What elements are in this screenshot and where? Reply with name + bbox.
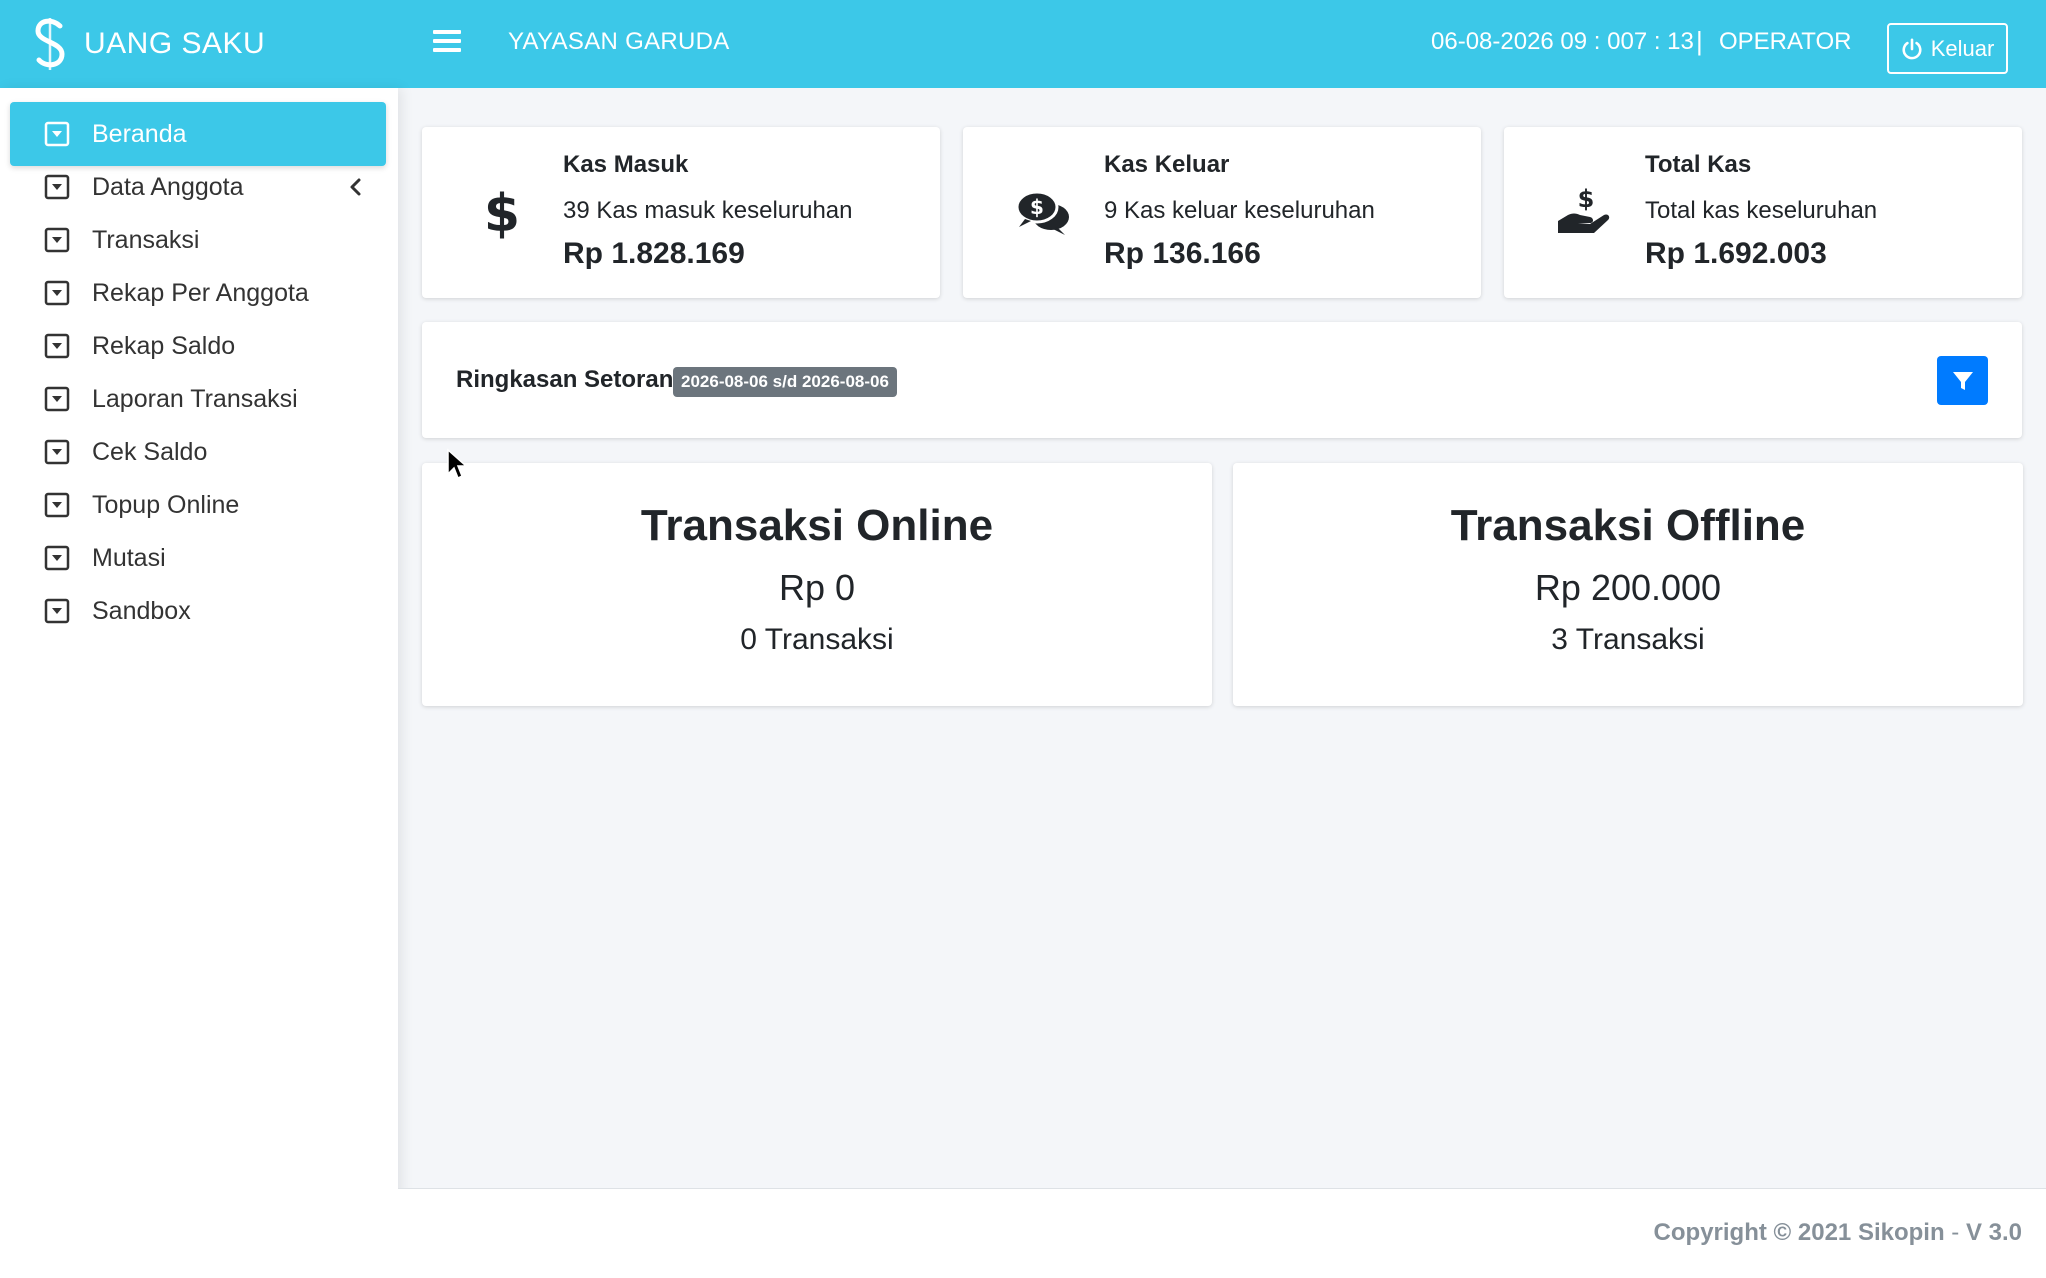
sidebar-item-label: Data Anggota	[92, 172, 244, 201]
transaction-count: 3 Transaksi	[1551, 623, 1705, 656]
svg-text:$: $	[1578, 185, 1595, 213]
version-text: V 3.0	[1965, 1219, 2022, 1246]
svg-text:$: $	[484, 184, 520, 243]
filter-icon	[1952, 371, 1973, 390]
menu-toggle-icon[interactable]	[433, 30, 461, 56]
info-card-kas-keluar: $ Kas Keluar 9 Kas keluar keseluruhan Rp…	[963, 127, 1481, 298]
transaction-title: Transaksi Online	[640, 501, 994, 550]
transaction-count: 0 Transaksi	[740, 623, 894, 656]
sidebar-item-label: Laporan Transaksi	[92, 384, 298, 413]
hand-holding-dollar-icon: $	[1558, 185, 1610, 233]
transaction-card-online: Transaksi Online Rp 0 0 Transaksi	[422, 463, 1212, 706]
footer-dash: -	[1944, 1219, 1966, 1246]
brand[interactable]: UANG SAKU	[30, 12, 265, 76]
caret-square-down-icon	[44, 280, 70, 306]
top-navbar: UANG SAKU YAYASAN GARUDA 06-08-2026 09 :…	[0, 0, 2046, 88]
organization-name: YAYASAN GARUDA	[508, 28, 730, 55]
power-icon	[1902, 38, 1922, 59]
info-card-kas-masuk: $ Kas Masuk 39 Kas masuk keseluruhan Rp …	[422, 127, 940, 298]
card-description: Total kas keseluruhan	[1645, 197, 1878, 224]
sidebar-item-label: Sandbox	[92, 596, 191, 625]
card-description: 39 Kas masuk keseluruhan	[563, 197, 853, 224]
sidebar-item-label: Cek Saldo	[92, 437, 208, 466]
card-title: Kas Masuk	[563, 151, 689, 178]
card-title: Kas Keluar	[1104, 151, 1230, 178]
datetime-display: 06-08-2026 09 : 007 : 13	[1431, 28, 1694, 55]
copyright-text: Copyright © 2021 Sikopin	[1653, 1219, 1945, 1246]
brand-name: UANG SAKU	[84, 27, 266, 60]
caret-square-down-icon	[44, 492, 70, 518]
logout-label: Keluar	[1930, 35, 1995, 61]
transaction-card-offline: Transaksi Offline Rp 200.000 3 Transaksi	[1233, 463, 2023, 706]
sidebar-item-label: Rekap Per Anggota	[92, 278, 309, 307]
dollar-icon: $	[484, 184, 520, 243]
caret-square-down-icon	[44, 227, 70, 253]
caret-square-down-icon	[44, 439, 70, 465]
date-range-badge: 2026-08-06 s/d 2026-08-06	[673, 367, 897, 397]
info-card-total-kas: $ Total Kas Total kas keseluruhan Rp 1.6…	[1504, 127, 2022, 298]
transaction-title: Transaksi Offline	[1450, 501, 1806, 550]
footer-copyright: Copyright © 2021 Sikopin - V 3.0	[1654, 1219, 2022, 1247]
sidebar-item-label: Mutasi	[92, 543, 166, 572]
card-description: 9 Kas keluar keseluruhan	[1104, 197, 1375, 224]
caret-square-down-icon	[44, 598, 70, 624]
filter-button[interactable]	[1937, 356, 1988, 405]
summary-panel: Ringkasan Setoran 2026-08-06 s/d 2026-08…	[422, 322, 2022, 438]
comments-dollar-icon: $	[1015, 190, 1069, 235]
sidebar-item-sandbox[interactable]: Sandbox	[10, 579, 386, 643]
svg-text:$: $	[1030, 195, 1044, 219]
user-role: OPERATOR	[1719, 28, 1852, 55]
brand-logo-icon	[35, 18, 65, 70]
header-separator: |	[1696, 26, 1703, 56]
summary-title: Ringkasan Setoran	[456, 366, 674, 393]
caret-square-down-icon	[44, 386, 70, 412]
sidebar-item-label: Topup Online	[92, 490, 240, 519]
transaction-amount: Rp 200.000	[1534, 567, 1722, 608]
caret-square-down-icon	[44, 545, 70, 571]
footer: Copyright © 2021 Sikopin - V 3.0	[398, 1188, 2046, 1278]
caret-square-down-icon	[44, 121, 70, 147]
sidebar-item-label: Transaksi	[92, 225, 200, 254]
card-amount: Rp 1.692.003	[1645, 237, 1827, 270]
sidebar-item-label: Beranda	[92, 119, 187, 148]
card-amount: Rp 1.828.169	[563, 237, 745, 270]
card-title: Total Kas	[1645, 151, 1752, 178]
card-amount: Rp 136.166	[1104, 237, 1261, 270]
chevron-left-icon	[350, 178, 361, 196]
transaction-amount: Rp 0	[778, 567, 856, 608]
sidebar: Beranda Data Anggota Transaksi Rekap Per…	[0, 88, 398, 1278]
mouse-cursor-icon	[447, 448, 468, 480]
logout-button[interactable]: Keluar	[1887, 23, 2008, 74]
caret-square-down-icon	[44, 333, 70, 359]
caret-square-down-icon	[44, 174, 70, 200]
sidebar-item-label: Rekap Saldo	[92, 331, 236, 360]
